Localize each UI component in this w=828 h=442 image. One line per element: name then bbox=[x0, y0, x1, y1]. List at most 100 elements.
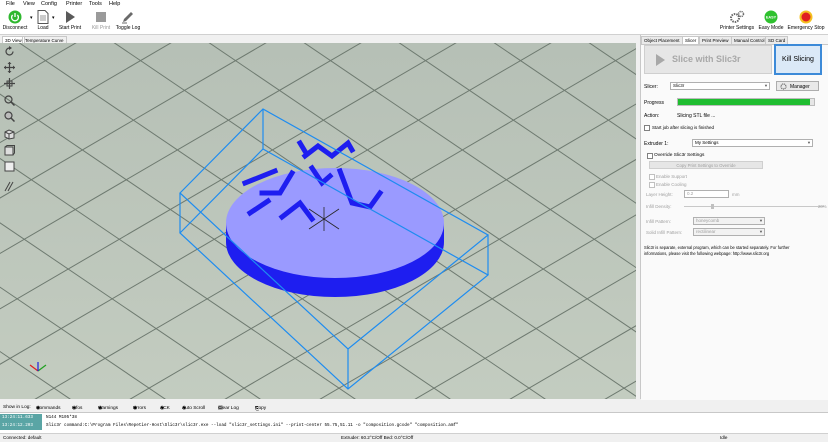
extruder-select[interactable]: My Settings ▼ bbox=[692, 139, 813, 147]
tab-object-placement[interactable]: Object Placement bbox=[641, 36, 683, 44]
chevron-down-icon: ▼ bbox=[807, 140, 811, 145]
slice-with-slic3r-button[interactable]: Slice with Slic3r bbox=[644, 45, 772, 74]
chevron-down-icon: ▼ bbox=[759, 218, 763, 223]
log-message: Slic3r command:C:\Program Files\Repetier… bbox=[46, 423, 459, 428]
rotate-icon[interactable] bbox=[4, 46, 15, 57]
easy-mode-icon: EASY bbox=[764, 10, 778, 24]
load-label: Load bbox=[37, 25, 49, 31]
menu-file[interactable]: File bbox=[6, 1, 15, 7]
move-object-icon[interactable] bbox=[4, 78, 15, 89]
log-autoscroll-label: Auto Scroll bbox=[182, 406, 206, 411]
printer-settings-button[interactable]: Printer Settings bbox=[718, 10, 756, 31]
manager-label: Manager bbox=[790, 83, 810, 90]
solid-infill-select[interactable]: rectilinear ▼ bbox=[693, 228, 765, 236]
toggle-log-label: Toggle Log bbox=[115, 25, 141, 31]
view-iso-icon[interactable] bbox=[4, 129, 15, 140]
log-ack-label: ACK bbox=[160, 406, 170, 411]
kill-print-button[interactable]: Kill Print bbox=[90, 10, 112, 31]
easy-mode-button[interactable]: EASY Easy Mode bbox=[757, 10, 785, 31]
file-icon bbox=[37, 10, 49, 24]
infill-pattern-label: Infill Pattern: bbox=[646, 219, 672, 224]
parallel-lines-icon[interactable] bbox=[4, 181, 15, 192]
log-time: 13:24:12.203 bbox=[0, 422, 42, 430]
extruder-label: Extruder 1: bbox=[644, 141, 669, 147]
override-label: Override Slic3r Settings bbox=[654, 153, 705, 158]
zoom-fit-icon[interactable] bbox=[4, 111, 15, 122]
layer-height-unit: mm bbox=[732, 192, 740, 197]
easy-mode-label: Easy Mode bbox=[758, 25, 784, 31]
power-icon bbox=[8, 10, 22, 24]
log-commands-label: Commands bbox=[36, 406, 61, 411]
load-dropdown-icon[interactable]: ▾ bbox=[52, 15, 55, 21]
menu-config[interactable]: Config bbox=[41, 1, 57, 7]
log-row: 13:24:11.633 N144 M105*38 bbox=[0, 414, 828, 422]
start-after-checkbox[interactable] bbox=[644, 125, 650, 131]
stop-icon bbox=[96, 12, 106, 22]
main-toolbar: Disconnect ▾ Load ▾ Start Print Kill Pri… bbox=[0, 9, 828, 35]
menu-printer[interactable]: Printer bbox=[66, 1, 82, 7]
infill-pattern-value: honeycomb bbox=[696, 218, 720, 223]
slicer-label: Slicer: bbox=[644, 84, 658, 90]
copy-settings-button[interactable]: Copy Print Settings to Override bbox=[649, 161, 763, 169]
infill-pattern-select[interactable]: honeycomb ▼ bbox=[693, 217, 765, 225]
start-print-button[interactable]: Start Print bbox=[58, 10, 82, 31]
toggle-log-button[interactable]: Toggle Log bbox=[114, 10, 142, 31]
3d-viewport[interactable] bbox=[0, 43, 636, 399]
infill-density-slider[interactable] bbox=[684, 206, 824, 207]
solid-infill-label: Solid Infill Pattern: bbox=[646, 230, 683, 235]
infill-density-thumb[interactable] bbox=[711, 204, 714, 209]
menu-help[interactable]: Help bbox=[109, 1, 120, 7]
view-front-icon[interactable] bbox=[4, 145, 15, 156]
emergency-stop-label: Emergency Stop bbox=[787, 25, 825, 31]
enable-cooling-label: Enable Cooling bbox=[656, 182, 687, 187]
manager-button[interactable]: Manager bbox=[776, 81, 819, 91]
emergency-stop-button[interactable]: Emergency Stop bbox=[786, 10, 826, 31]
kill-slicing-button[interactable]: Kill Slicing bbox=[774, 44, 822, 75]
easy-badge-text: EASY bbox=[766, 16, 777, 20]
view-top-icon[interactable] bbox=[4, 161, 15, 172]
disconnect-dropdown-icon[interactable]: ▾ bbox=[30, 15, 33, 21]
infill-density-value: 20% bbox=[818, 204, 827, 209]
menu-bar: File View Config Printer Tools Help bbox=[0, 0, 828, 9]
play-icon bbox=[66, 11, 75, 23]
enable-cooling-checkbox[interactable] bbox=[649, 182, 655, 188]
tab-manual-control[interactable]: Manual Control bbox=[731, 36, 768, 44]
right-panel: Object Placement Slicer Print Preview Ma… bbox=[640, 35, 828, 400]
log-time: 13:24:11.633 bbox=[0, 414, 42, 422]
enable-support-checkbox[interactable] bbox=[649, 174, 655, 180]
enable-support-label: Enable Support bbox=[656, 174, 688, 179]
view-tabs: 3D View Temperature Curve bbox=[0, 35, 638, 44]
tab-print-preview[interactable]: Print Preview bbox=[699, 36, 732, 44]
pencil-icon bbox=[122, 12, 133, 24]
log-infos-label: Infos bbox=[72, 406, 83, 411]
slic3r-info-line2: informations, please visit the following… bbox=[644, 251, 770, 256]
emergency-stop-icon bbox=[799, 10, 813, 24]
slicer-select[interactable]: Slic3r ▼ bbox=[670, 82, 770, 90]
slice-button-label: Slice with Slic3r bbox=[672, 54, 741, 64]
tab-sd-card[interactable]: SD Card bbox=[765, 36, 789, 44]
start-print-label: Start Print bbox=[58, 25, 82, 31]
tab-slicer[interactable]: Slicer bbox=[682, 36, 700, 44]
move-icon[interactable] bbox=[4, 62, 15, 73]
slicing-progress-bar bbox=[677, 98, 815, 106]
slicer-select-value: Slic3r bbox=[673, 83, 685, 88]
play-icon bbox=[656, 54, 665, 66]
print-bed-scene[interactable] bbox=[0, 43, 636, 399]
log-area[interactable]: 13:24:11.633 N144 M105*38 13:24:12.203 S… bbox=[0, 412, 828, 433]
menu-view[interactable]: View bbox=[23, 1, 35, 7]
zoom-icon[interactable] bbox=[4, 95, 15, 106]
layer-height-label: Layer Height: bbox=[646, 192, 673, 197]
override-checkbox[interactable] bbox=[647, 153, 653, 159]
solid-infill-value: rectilinear bbox=[696, 229, 716, 234]
kill-print-label: Kill Print bbox=[91, 25, 111, 31]
action-value: Slicing STL file ... bbox=[677, 113, 716, 119]
printer-settings-label: Printer Settings bbox=[719, 25, 755, 31]
menu-tools[interactable]: Tools bbox=[89, 1, 102, 7]
log-errors-label: Errors bbox=[133, 406, 147, 411]
disconnect-button[interactable]: Disconnect bbox=[2, 10, 28, 31]
extruder-select-value: My Settings bbox=[695, 140, 719, 145]
layer-height-input[interactable]: 0.2 bbox=[684, 190, 729, 198]
slic3r-info-line1: Slic3r is separate, external program, wh… bbox=[644, 245, 790, 250]
infill-density-label: Infill Density: bbox=[646, 204, 672, 209]
load-button[interactable]: Load bbox=[35, 10, 51, 31]
